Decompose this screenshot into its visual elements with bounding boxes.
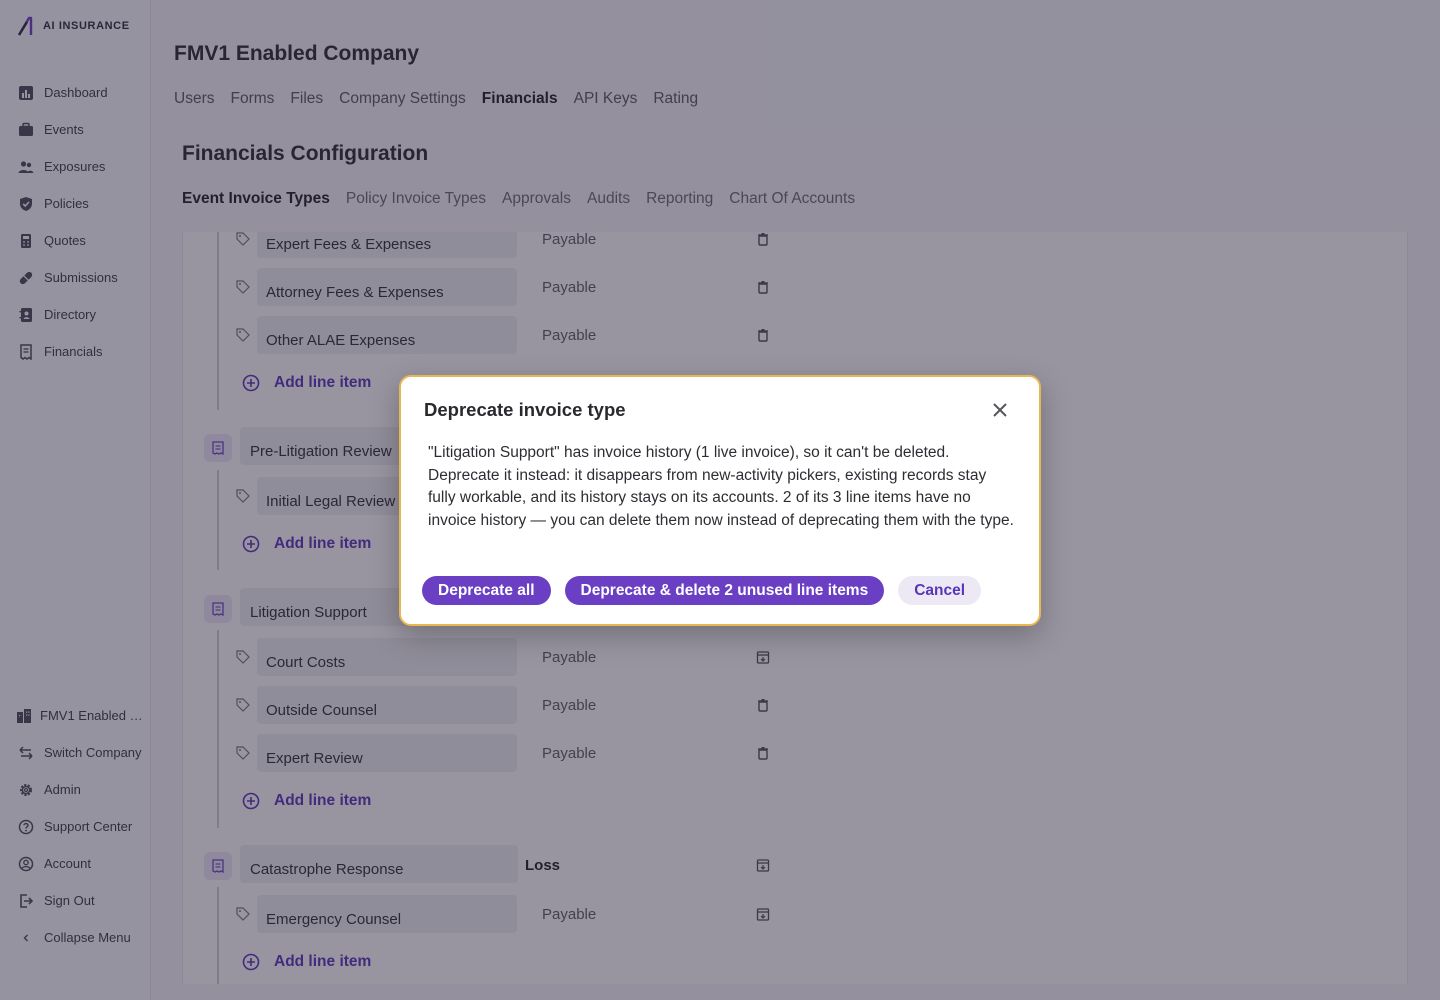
deprecate-invoice-type-dialog: Deprecate invoice type "Litigation Suppo…: [399, 375, 1041, 626]
dialog-title: Deprecate invoice type: [424, 399, 626, 420]
close-icon[interactable]: [990, 400, 1010, 420]
cancel-button[interactable]: Cancel: [898, 576, 982, 605]
dialog-actions: Deprecate all Deprecate & delete 2 unuse…: [422, 576, 982, 605]
dialog-message: "Litigation Support" has invoice history…: [428, 444, 1014, 529]
deprecate-and-delete-button[interactable]: Deprecate & delete 2 unused line items: [564, 576, 885, 605]
deprecate-all-button[interactable]: Deprecate all: [422, 576, 551, 605]
